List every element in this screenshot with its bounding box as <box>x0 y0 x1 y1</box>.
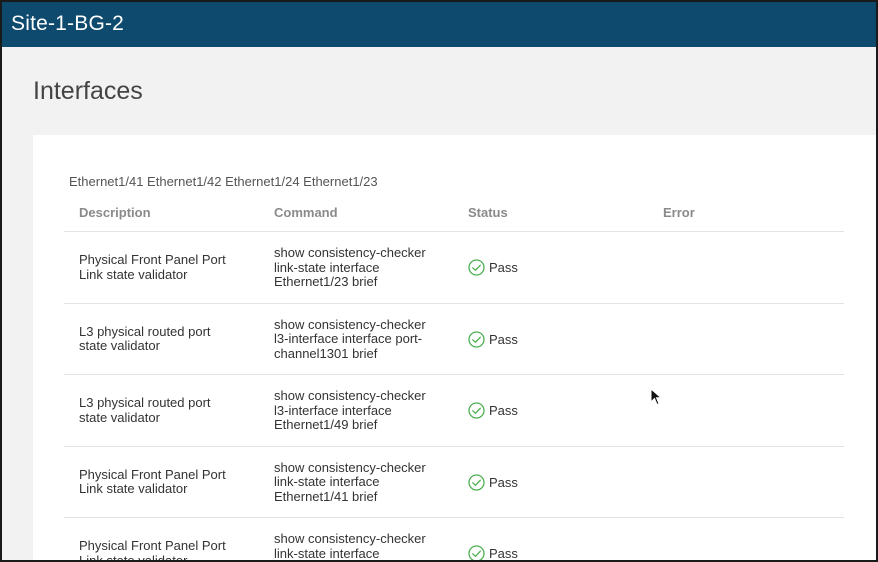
row-command: show consistency-checker l3-interface int… <box>274 388 454 433</box>
table-row: L3 physical routed port state validator sh… <box>64 375 844 447</box>
row-description: Physical Front Panel Port Link state vali… <box>79 252 259 282</box>
row-description: Physical Front Panel Port Link state vali… <box>79 538 259 562</box>
status-text: Pass <box>489 331 518 347</box>
command-line: link-state interface <box>274 259 380 275</box>
table-row: Physical Front Panel Port Link state vali… <box>64 518 844 562</box>
table-row: L3 physical routed port state validator sh… <box>64 304 844 375</box>
command-line: show consistency-checker <box>274 459 426 475</box>
command-line: show consistency-checker <box>274 531 426 546</box>
command-line: show consistency-checker <box>274 245 426 260</box>
page-title: Interfaces <box>33 77 143 105</box>
description-line: Physical Front Panel Port <box>79 252 226 267</box>
command-line: link-state interface <box>274 474 380 489</box>
status-text: Pass <box>489 474 518 490</box>
check-circle-icon <box>468 259 485 276</box>
command-line: Ethernet1/49 brief <box>274 417 378 432</box>
description-line: L3 physical routed port <box>79 395 211 410</box>
command-line: Ethernet1/23 brief <box>274 274 378 289</box>
column-header-description[interactable]: Description <box>79 205 151 220</box>
table-header: Description Command Status Error <box>64 195 844 232</box>
description-line: Link state validator <box>79 552 188 562</box>
check-circle-icon <box>468 545 485 560</box>
row-description: Physical Front Panel Port Link state vali… <box>79 466 259 497</box>
row-command: show consistency-checker l3-interface int… <box>274 316 454 362</box>
validation-table: Description Command Status Error Physica… <box>64 195 844 562</box>
row-status: Pass <box>468 259 518 276</box>
status-text: Pass <box>489 546 518 561</box>
row-status: Pass <box>468 402 518 419</box>
description-line: Physical Front Panel Port <box>79 466 226 482</box>
check-circle-icon <box>468 402 485 419</box>
row-status: Pass <box>468 545 518 561</box>
check-circle-icon <box>468 330 485 348</box>
table-body: Physical Front Panel Port Link state vali… <box>64 232 844 562</box>
column-header-error[interactable]: Error <box>663 205 695 220</box>
table-row: Physical Front Panel Port Link state vali… <box>64 232 844 304</box>
description-line: state validator <box>79 338 160 353</box>
command-line: link-state interface <box>274 545 380 561</box>
column-header-command[interactable]: Command <box>274 205 338 220</box>
description-line: state validator <box>79 409 160 425</box>
row-status: Pass <box>468 330 518 348</box>
mouse-pointer-icon <box>650 388 662 406</box>
results-panel: Ethernet1/41 Ethernet1/42 Ethernet1/24 E… <box>33 135 876 562</box>
description-line: Link state validator <box>79 481 188 496</box>
command-line: show consistency-checker <box>274 316 426 332</box>
row-status: Pass <box>468 473 518 491</box>
row-command: show consistency-checker link-state inter… <box>274 459 454 505</box>
interfaces-list: Ethernet1/41 Ethernet1/42 Ethernet1/24 E… <box>69 174 378 189</box>
status-text: Pass <box>489 260 518 275</box>
check-circle-icon <box>468 473 485 491</box>
row-description: L3 physical routed port state validator <box>79 395 259 425</box>
top-bar: Site-1-BG-2 <box>2 2 876 47</box>
command-line: channel1301 brief <box>274 345 378 361</box>
site-title: Site-1-BG-2 <box>11 12 125 35</box>
column-header-status[interactable]: Status <box>468 205 508 220</box>
status-text: Pass <box>489 403 518 418</box>
row-command: show consistency-checker link-state inter… <box>274 245 454 290</box>
command-line: l3-interface interface <box>274 402 392 418</box>
command-line: Ethernet1/41 brief <box>274 488 378 504</box>
command-line: l3-interface interface port- <box>274 331 423 346</box>
description-line: Physical Front Panel Port <box>79 538 226 553</box>
row-command: show consistency-checker link-state inter… <box>274 531 454 561</box>
command-line: show consistency-checker <box>274 388 426 403</box>
description-line: L3 physical routed port <box>79 323 211 339</box>
description-line: Link state validator <box>79 266 188 282</box>
app-window: Site-1-BG-2 Interfaces Ethernet1/41 Ethe… <box>0 0 878 562</box>
table-row: Physical Front Panel Port Link state vali… <box>64 447 844 518</box>
row-description: L3 physical routed port state validator <box>79 323 259 354</box>
